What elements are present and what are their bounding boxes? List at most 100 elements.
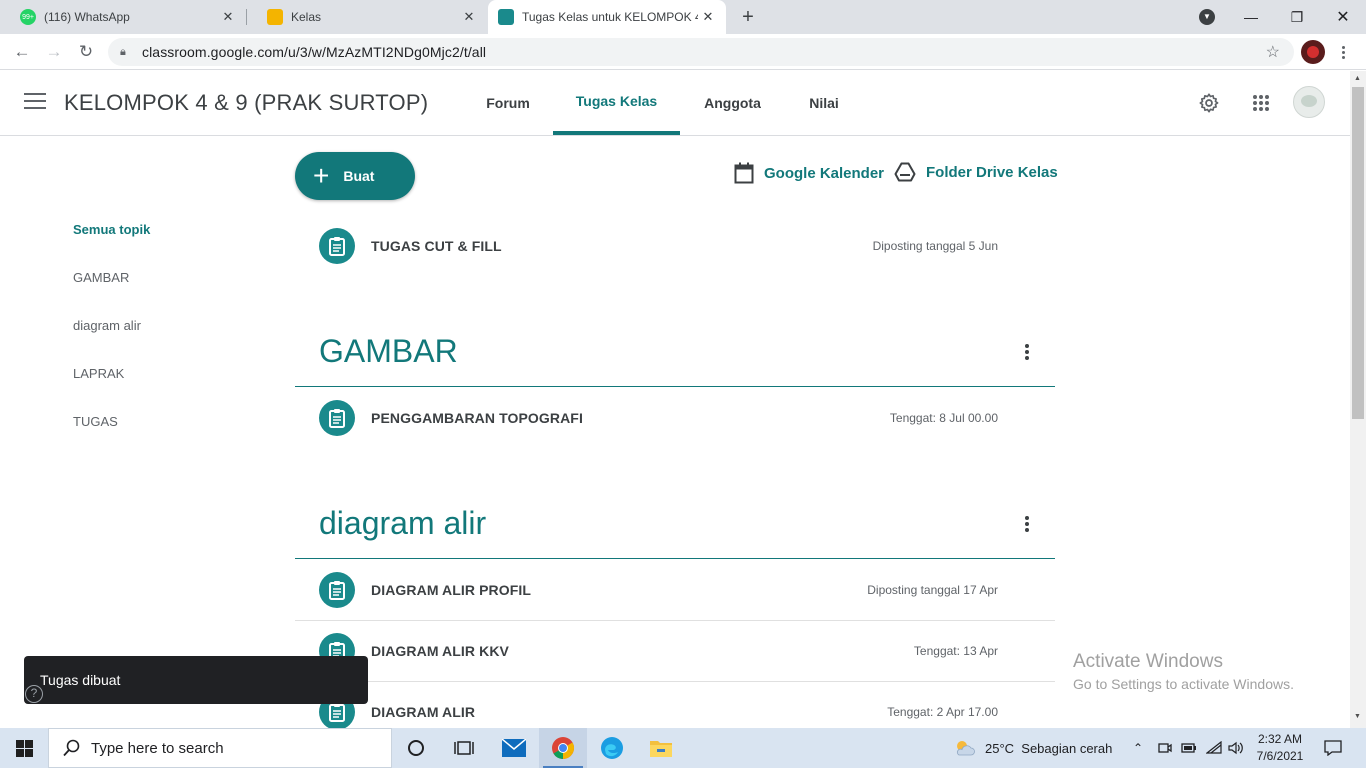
classroom-header: KELOMPOK 4 & 9 (PRAK SURTOP) Forum Tugas…	[0, 71, 1350, 136]
close-window-button[interactable]: ✕	[1320, 0, 1366, 34]
topic-link-tugas[interactable]: TUGAS	[73, 414, 118, 429]
browser-menu-icon[interactable]	[1335, 42, 1351, 62]
mail-icon[interactable]	[490, 728, 538, 768]
edge-icon[interactable]	[588, 728, 636, 768]
section-title: GAMBAR	[319, 333, 458, 369]
scroll-thumb[interactable]	[1352, 87, 1364, 419]
class-title[interactable]: KELOMPOK 4 & 9 (PRAK SURTOP)	[64, 90, 428, 116]
classwork-item[interactable]: DIAGRAM ALIR PROFIL Diposting tanggal 17…	[295, 560, 1055, 620]
google-calendar-link[interactable]: Google Kalender	[734, 162, 884, 184]
watermark-line-2: Go to Settings to activate Windows.	[1073, 676, 1294, 692]
help-icon[interactable]: ?	[25, 685, 43, 703]
weather-widget[interactable]: 25°C Sebagian cerah	[953, 728, 1112, 768]
clock-date: 7/6/2021	[1256, 749, 1304, 763]
section-divider	[295, 558, 1055, 559]
classwork-item[interactable]: PENGGAMBARAN TOPOGRAFI Tenggat: 8 Jul 00…	[295, 388, 1055, 448]
close-tab-icon[interactable]: ✕	[698, 9, 718, 25]
snackbar: Tugas dibuat	[24, 656, 368, 704]
account-avatar[interactable]	[1293, 86, 1325, 118]
topic-link-gambar[interactable]: GAMBAR	[73, 270, 129, 285]
assignment-icon	[319, 400, 355, 436]
classwork-item[interactable]: DIAGRAM ALIR KKV Tenggat: 13 Apr	[295, 621, 1055, 681]
item-meta: Tenggat: 8 Jul 00.00	[889, 411, 998, 425]
classwork-item[interactable]: DIAGRAM ALIR Tenggat: 2 Apr 17.00	[295, 682, 1055, 728]
address-bar[interactable]: 🔒︎ classroom.google.com/u/3/w/MzAzMTI2ND…	[108, 38, 1294, 66]
taskbar-search-box[interactable]: Type here to search	[48, 728, 392, 768]
assignment-icon	[319, 572, 355, 608]
item-meta: Tenggat: 13 Apr	[913, 644, 998, 658]
new-tab-button[interactable]: +	[736, 5, 760, 29]
item-meta: Diposting tanggal 5 Jun	[872, 239, 998, 253]
settings-gear-icon[interactable]	[1197, 91, 1221, 115]
item-title: TUGAS CUT & FILL	[371, 238, 502, 254]
show-hidden-icons-icon[interactable]: ⌃	[1133, 728, 1143, 768]
reload-button[interactable]: ↻	[72, 38, 100, 66]
scroll-up-arrow-icon[interactable]: ▲	[1354, 75, 1361, 82]
tab-forum[interactable]: Forum	[462, 71, 554, 135]
item-title: PENGGAMBARAN TOPOGRAFI	[371, 410, 583, 426]
close-tab-icon[interactable]: ✕	[459, 9, 479, 25]
tab-title: Tugas Kelas untuk KELOMPOK 4	[522, 10, 698, 24]
back-button[interactable]: ←	[8, 38, 36, 66]
calendar-link-label: Google Kalender	[764, 164, 885, 182]
item-title: DIAGRAM ALIR PROFIL	[371, 582, 532, 598]
section-more-icon[interactable]	[1018, 512, 1036, 536]
browser-tab-tugas-kelas[interactable]: Tugas Kelas untuk KELOMPOK 4 ✕	[488, 0, 726, 34]
classroom-icon	[267, 9, 283, 25]
tab-title: (116) WhatsApp	[44, 10, 130, 24]
taskbar-clock[interactable]: 2:32 AM 7/6/2021	[1250, 731, 1310, 765]
notifications-icon[interactable]	[1324, 728, 1342, 768]
item-meta: Diposting tanggal 17 Apr	[867, 583, 998, 597]
browser-tab-strip: 99+ (116) WhatsApp ✕ Kelas ✕ Tugas Kelas…	[0, 0, 1366, 34]
classroom-icon	[498, 9, 514, 25]
tab-tugas-kelas[interactable]: Tugas Kelas	[553, 71, 680, 135]
item-meta: Tenggat: 2 Apr 17.00	[887, 705, 998, 719]
battery-icon[interactable]	[1181, 728, 1197, 768]
tab-title: Kelas	[291, 10, 322, 24]
page-scrollbar[interactable]: ▲ ▼	[1350, 71, 1366, 728]
browser-tab-whatsapp[interactable]: 99+ (116) WhatsApp ✕	[0, 0, 246, 34]
scroll-down-arrow-icon[interactable]: ▼	[1354, 713, 1361, 720]
tab-nilai[interactable]: Nilai	[785, 71, 863, 135]
file-explorer-icon[interactable]	[637, 728, 685, 768]
drive-link-label: Folder Drive Kelas	[926, 163, 1058, 181]
browser-tab-kelas[interactable]: Kelas ✕	[247, 0, 487, 34]
clock-time: 2:32 AM	[1257, 732, 1303, 746]
meet-now-icon[interactable]	[1158, 728, 1172, 768]
task-view-icon[interactable]	[440, 728, 488, 768]
chrome-icon[interactable]	[539, 728, 587, 768]
create-button[interactable]: + Buat	[295, 152, 415, 200]
snackbar-text: Tugas dibuat	[40, 672, 121, 688]
forward-button[interactable]: →	[40, 38, 68, 66]
watermark-line-1: Activate Windows	[1073, 651, 1223, 672]
whatsapp-icon: 99+	[20, 9, 36, 25]
topic-link-all[interactable]: Semua topik	[73, 222, 150, 237]
volume-icon[interactable]	[1228, 728, 1244, 768]
section-more-icon[interactable]	[1018, 340, 1036, 364]
classwork-item[interactable]: TUGAS CUT & FILL Diposting tanggal 5 Jun	[295, 216, 1055, 276]
bookmark-star-icon[interactable]: ☆	[1266, 42, 1280, 62]
section-divider	[295, 386, 1055, 387]
calendar-icon	[734, 162, 754, 184]
tab-anggota[interactable]: Anggota	[680, 71, 785, 135]
weather-text: 25°C Sebagian cerah	[985, 740, 1113, 756]
search-placeholder: Type here to search	[91, 739, 224, 757]
main-menu-icon[interactable]	[24, 93, 46, 111]
tab-search-icon[interactable]: ▼	[1199, 9, 1215, 25]
wifi-icon[interactable]	[1206, 728, 1222, 768]
cortana-icon[interactable]	[392, 728, 440, 768]
windows-start-icon[interactable]	[0, 728, 48, 768]
profile-avatar[interactable]	[1301, 40, 1325, 64]
topic-link-laprak[interactable]: LAPRAK	[73, 366, 124, 381]
apps-grid-icon[interactable]	[1249, 91, 1273, 115]
activate-windows-watermark: Activate Windows Go to Settings to activ…	[1073, 651, 1294, 692]
windows-taskbar: Type here to search 25°C Sebagian cerah …	[0, 728, 1366, 768]
topic-link-diagram-alir[interactable]: diagram alir	[73, 318, 141, 333]
minimize-button[interactable]: —	[1228, 0, 1274, 34]
partly-cloudy-icon	[957, 741, 975, 756]
restore-button[interactable]: ❐	[1274, 0, 1320, 34]
close-tab-icon[interactable]: ✕	[218, 9, 238, 25]
search-icon	[63, 739, 80, 757]
drive-folder-link[interactable]: Folder Drive Kelas	[894, 162, 1058, 182]
item-title: DIAGRAM ALIR KKV	[371, 643, 509, 659]
